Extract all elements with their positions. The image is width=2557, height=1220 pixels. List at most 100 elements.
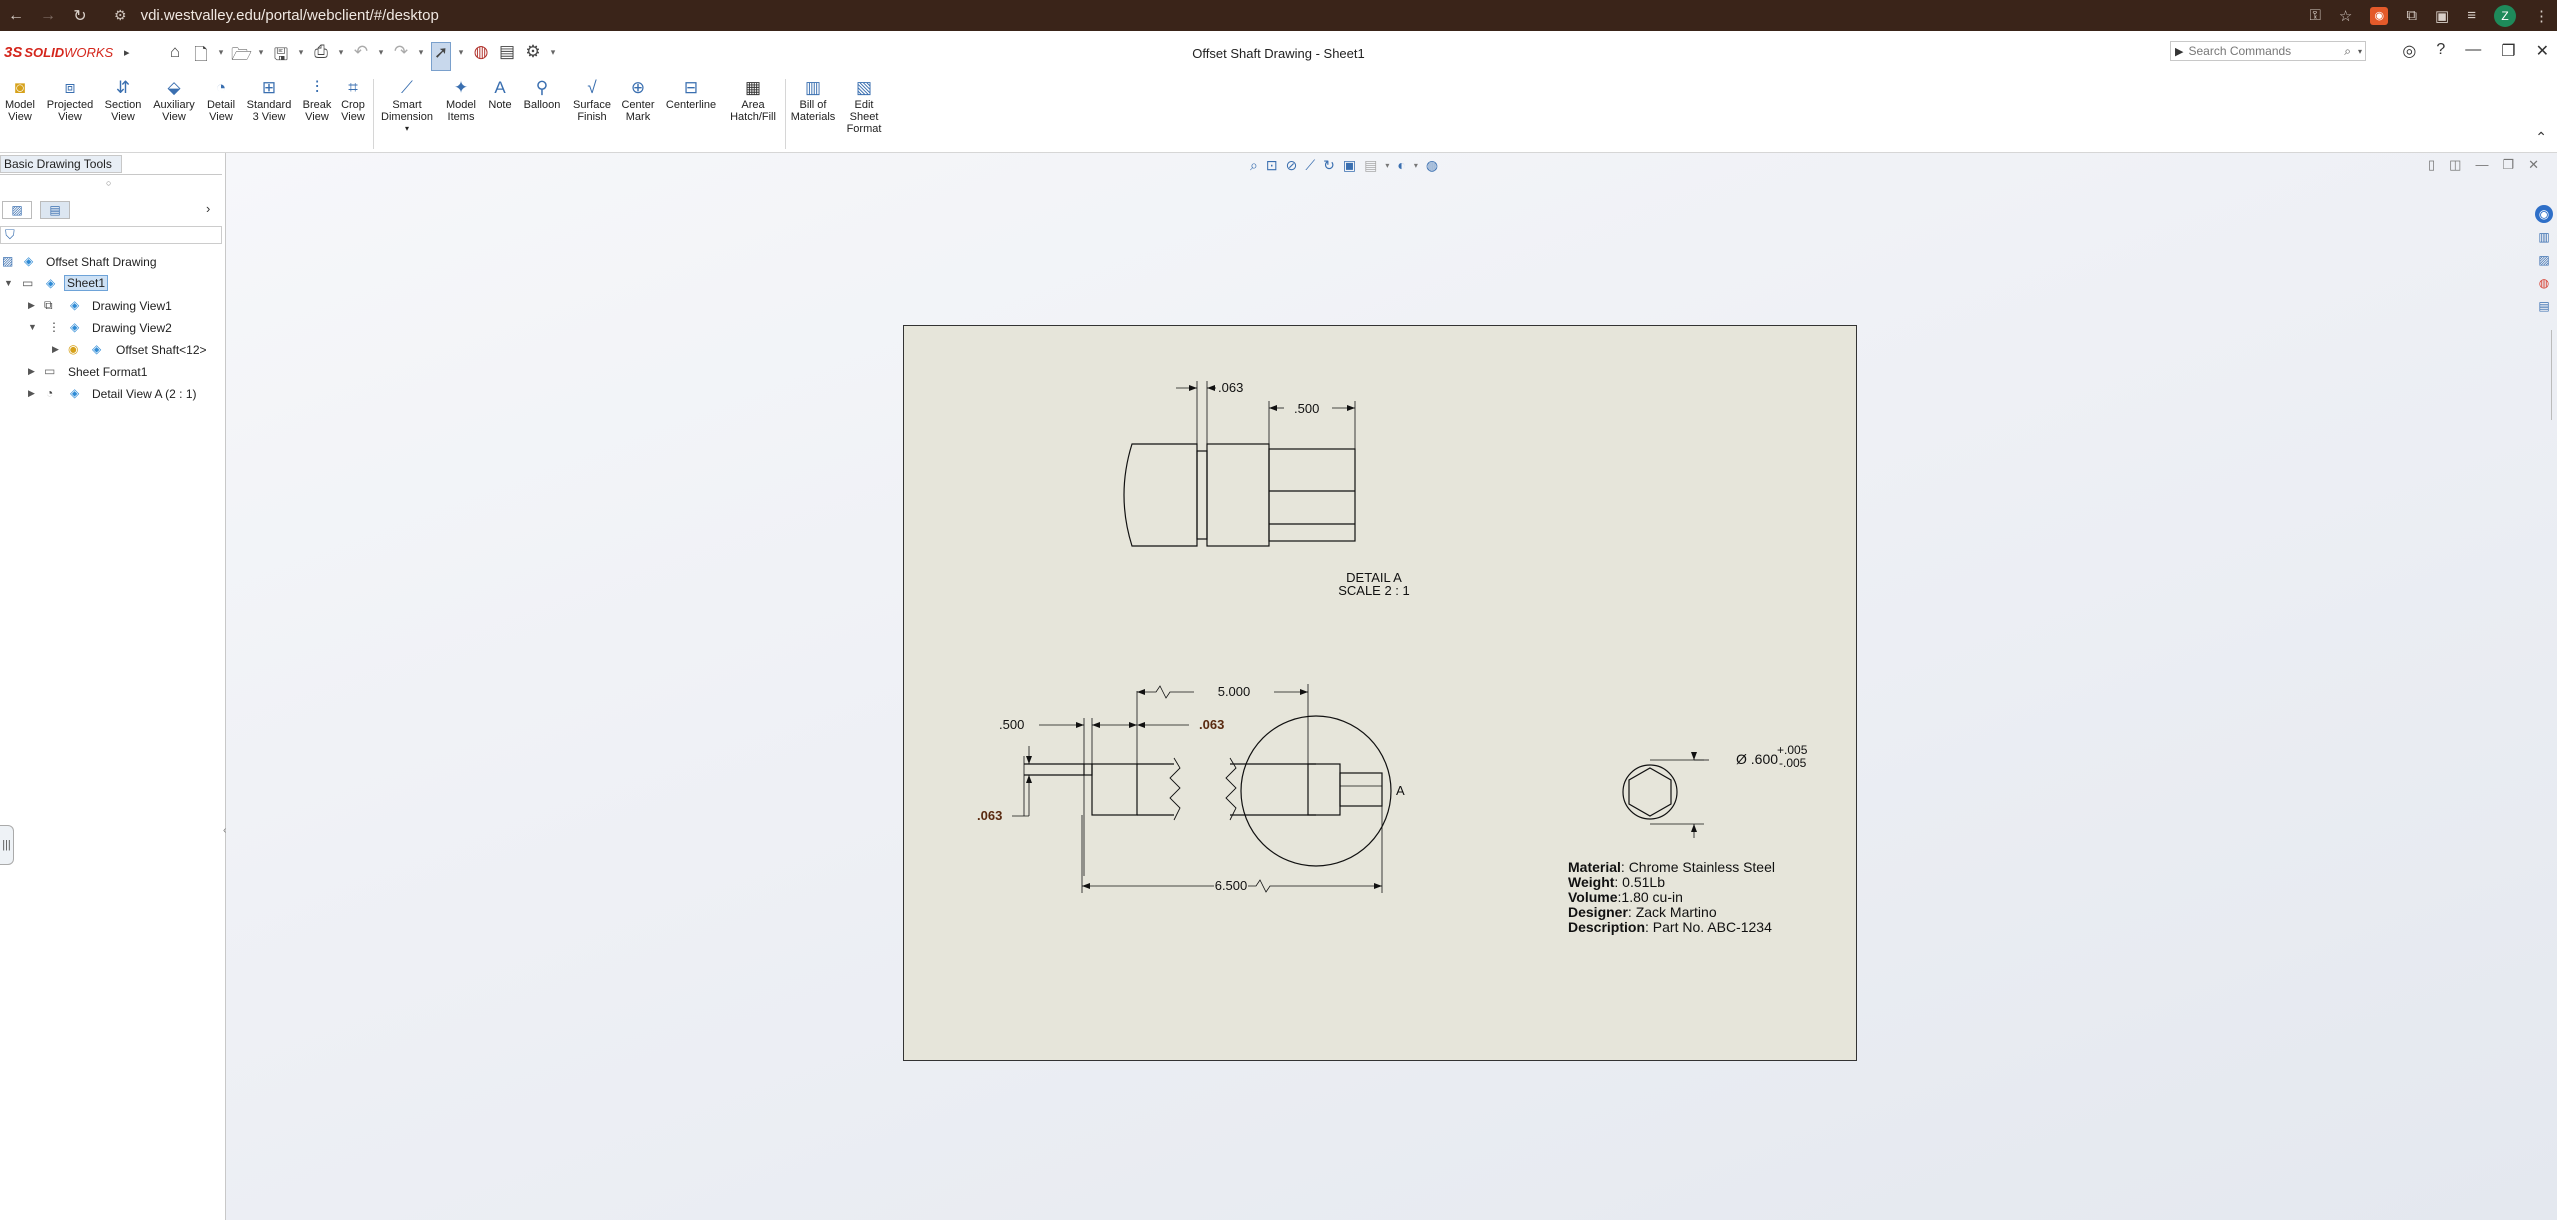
reload-icon[interactable]: ↻ <box>64 0 96 31</box>
material-note[interactable]: Material: Chrome Stainless Steel Weight:… <box>1568 860 1775 935</box>
user-account-icon[interactable]: ◎ <box>2402 41 2416 61</box>
drawing-sheet[interactable]: .063 .500 DETAIL A SCALE 2 : 1 .500 .063… <box>903 325 1857 1061</box>
tab-property-manager[interactable]: ▤ <box>40 201 70 219</box>
dim-mid-063[interactable]: .063 <box>1199 717 1224 732</box>
menu-icon[interactable]: ⋮ <box>2534 7 2549 25</box>
zoom-in-out-icon[interactable]: ⊘ <box>1286 157 1298 174</box>
forward-icon[interactable]: → <box>32 0 64 31</box>
close-icon[interactable]: ✕ <box>2536 41 2549 61</box>
hide-show-items-icon[interactable]: ▤ <box>1364 157 1377 174</box>
projected-view-button[interactable]: ⧈ Projected View <box>44 77 96 123</box>
design-library-icon[interactable]: ▥ <box>2535 228 2553 246</box>
solidworks-resources-icon[interactable]: ◉ <box>2535 205 2553 223</box>
address-bar[interactable]: ⚙ vdi.westvalley.edu/portal/webclient/#/… <box>104 4 2204 28</box>
chevron-down-icon[interactable]: ▾ <box>457 42 465 71</box>
dim-diameter-600[interactable]: Ø .600 <box>1736 751 1778 767</box>
extensions-puzzle-icon[interactable]: ⧉ <box>2406 7 2417 24</box>
section-view-button[interactable]: ⇵ Section View <box>101 77 145 123</box>
zoom-to-fit-icon[interactable]: ⌕ <box>1250 157 1258 174</box>
view-settings-icon[interactable]: ◐ <box>1397 157 1405 174</box>
chevron-right-icon[interactable]: ▶ <box>28 300 35 311</box>
tree-filter-input[interactable]: ⛉ <box>0 226 222 244</box>
chevron-right-icon[interactable]: ▶ <box>52 344 59 355</box>
chevron-down-icon[interactable]: ▾ <box>2358 47 2362 56</box>
smart-dimension-button[interactable]: ⟋ Smart Dimension ▾ <box>378 77 436 135</box>
tree-item-sheet-format1[interactable]: ▶ ▭ Sheet Format1 <box>0 361 222 383</box>
file-explorer-icon[interactable]: ▨ <box>2535 251 2553 269</box>
profile-avatar[interactable]: Z <box>2494 4 2516 27</box>
model-items-button[interactable]: ✦ Model Items <box>443 77 479 123</box>
chevron-right-icon[interactable]: ▶ <box>28 366 35 377</box>
tree-item-detail-view-a[interactable]: ▶ ◔ ◈ Detail View A (2 : 1) <box>0 383 222 405</box>
centerline-button[interactable]: ⊟ Centerline <box>662 77 720 111</box>
panel-grip-handle[interactable]: ||| <box>0 825 14 865</box>
area-hatch-fill-button[interactable]: ▦ Area Hatch/Fill <box>724 77 782 123</box>
tree-item-offset-shaft[interactable]: ▶ ◉ ◈ Offset Shaft<12> <box>0 339 222 361</box>
chevron-down-icon[interactable]: ▾ <box>417 42 425 71</box>
crop-view-button[interactable]: ⌗ Crop View <box>338 77 368 123</box>
chevron-down-icon[interactable]: ▾ <box>217 42 225 71</box>
reading-list-icon[interactable]: ≡ <box>2467 7 2476 24</box>
chevron-down-icon[interactable]: ▾ <box>337 42 345 71</box>
appearances-icon[interactable]: ◍ <box>2535 274 2553 292</box>
chevron-down-icon[interactable]: ▾ <box>377 42 385 71</box>
center-mark-button[interactable]: ⊕ Center Mark <box>620 77 656 123</box>
options-gear-icon[interactable]: ⚙ <box>523 42 543 71</box>
detail-view-button[interactable]: ◔ Detail View <box>204 77 238 123</box>
model-view-button[interactable]: ◙ Model View <box>2 77 38 123</box>
file-properties-icon[interactable]: ▤ <box>497 42 517 71</box>
tab-basic-drawing-tools[interactable]: Basic Drawing Tools <box>0 155 122 173</box>
break-view-button[interactable]: ⫶ Break View <box>300 77 334 123</box>
display-style-icon[interactable]: ▣ <box>1343 157 1356 174</box>
chevron-down-icon[interactable]: ▾ <box>1414 157 1418 174</box>
edit-sheet-format-button[interactable]: ▧ Edit Sheet Format <box>842 77 886 135</box>
note-button[interactable]: A Note <box>485 77 515 111</box>
viewport-restore-icon[interactable]: ❐ <box>2502 157 2514 173</box>
splitter-handle-icon[interactable]: ○ <box>106 178 111 188</box>
search-commands-input[interactable]: ▶ Search Commands ⌕ ▾ <box>2170 41 2366 61</box>
help-icon[interactable]: ? <box>2436 41 2445 61</box>
chevron-down-icon[interactable]: ▾ <box>1385 157 1389 174</box>
dim-6500[interactable]: 6.500 <box>1215 878 1248 893</box>
key-icon[interactable]: ⚿ <box>2309 7 2320 24</box>
chevron-right-icon[interactable]: ▶ <box>28 388 35 399</box>
bill-of-materials-button[interactable]: ▥ Bill of Materials <box>788 77 838 123</box>
print-icon[interactable]: ⎙ <box>311 42 331 71</box>
menu-expand-icon[interactable]: ▸ <box>124 46 130 59</box>
tab-feature-manager[interactable]: ▨ <box>2 201 32 219</box>
viewport-close-icon[interactable]: ✕ <box>2528 157 2539 173</box>
viewport-tile-icon[interactable]: ▯ <box>2428 157 2435 173</box>
chevron-down-icon[interactable]: ▾ <box>297 42 305 71</box>
tree-item-offset-shaft-drawing[interactable]: ▨ ◈ Offset Shaft Drawing <box>0 251 222 273</box>
dim-left-500[interactable]: .500 <box>999 717 1024 732</box>
extension-icon[interactable]: ◉ <box>2370 6 2389 25</box>
tree-item-sheet1[interactable]: ▼ ▭ ◈ Sheet1 <box>0 273 222 295</box>
standard-3-view-button[interactable]: ⊞ Standard 3 View <box>243 77 295 123</box>
new-document-icon[interactable]: 🗋 <box>191 42 211 71</box>
save-icon[interactable]: 🖫 <box>271 42 291 71</box>
dim-left-063[interactable]: .063 <box>977 808 1002 823</box>
back-icon[interactable]: ← <box>0 0 32 31</box>
redo-icon[interactable]: ↷ <box>391 42 411 71</box>
chevron-down-icon[interactable]: ▾ <box>549 42 557 71</box>
zoom-to-area-icon[interactable]: ⊡ <box>1266 157 1278 174</box>
home-icon[interactable]: ⌂ <box>165 42 185 71</box>
bookmark-star-icon[interactable]: ☆ <box>2339 7 2352 25</box>
zoom-to-selection-icon[interactable]: ⟋ <box>1305 157 1315 174</box>
search-icon[interactable]: ⌕ <box>2344 44 2351 59</box>
appearance-globe-icon[interactable]: ◍ <box>1426 157 1438 174</box>
tree-item-drawing-view1[interactable]: ▶ ⧉ ◈ Drawing View1 <box>0 295 222 317</box>
select-pointer-icon[interactable]: ➚ <box>431 42 451 71</box>
chevron-down-icon[interactable]: ▼ <box>4 278 13 288</box>
collapse-ribbon-icon[interactable]: ⌃ <box>2535 129 2547 146</box>
open-folder-icon[interactable]: 🗁 <box>231 42 252 71</box>
minimize-icon[interactable]: — <box>2465 41 2481 61</box>
detail-letter-a[interactable]: A <box>1396 783 1405 798</box>
rotate-view-icon[interactable]: ↻ <box>1323 157 1335 174</box>
chevron-right-icon[interactable]: › <box>206 201 210 216</box>
auxiliary-view-button[interactable]: ⬙ Auxiliary View <box>150 77 198 123</box>
restore-icon[interactable]: ❐ <box>2501 41 2515 61</box>
surface-finish-button[interactable]: √ Surface Finish <box>569 77 615 123</box>
split-view-icon[interactable]: ▣ <box>2435 7 2449 25</box>
balloon-button[interactable]: ⚲ Balloon <box>520 77 564 111</box>
